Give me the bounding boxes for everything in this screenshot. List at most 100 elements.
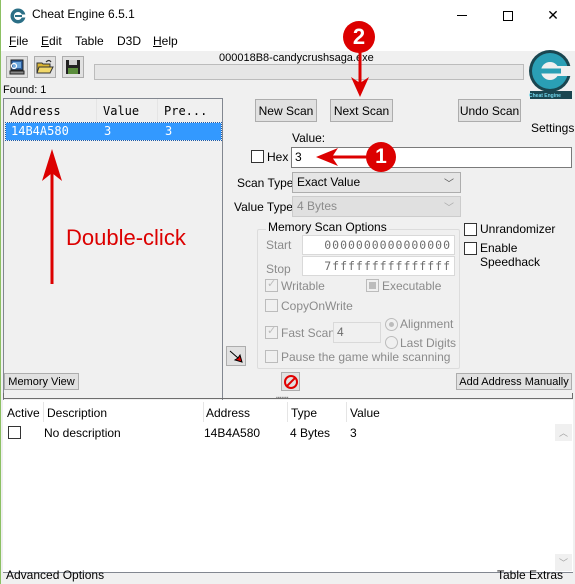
scan-progress-bar [94,64,524,80]
title-bar: Cheat Engine 6.5.1 ✕ [1,0,575,31]
status-bar: Advanced Options Table Extras [1,565,574,584]
advanced-options-link[interactable]: Advanced Options [6,568,104,582]
entry-description: No description [44,426,121,440]
cheat-engine-app-icon [10,8,26,24]
stop-label: Stop [266,262,291,276]
open-file-button[interactable] [34,56,56,78]
column-address[interactable]: Address [206,406,250,420]
settings-link[interactable]: Settings [531,121,574,135]
indeterminate-icon [369,282,376,289]
checkmark-icon: ✓ [267,278,277,290]
copy-on-write-label: CopyOnWrite [281,299,353,313]
stop-address-input[interactable]: 7fffffffffffffff [302,256,455,276]
writable-label: Writable [281,279,325,293]
open-process-button[interactable] [6,56,28,78]
fast-scan-label: Fast Scan [281,326,336,340]
column-value[interactable]: Value [350,406,380,420]
chevron-up-icon: ︿ [558,428,568,438]
found-count: Found: 1 [3,84,47,96]
active-checkbox[interactable] [8,426,21,439]
open-folder-icon [36,59,54,74]
next-scan-button[interactable]: Next Scan [330,99,393,122]
entry-type: 4 Bytes [290,426,331,440]
computer-icon [9,59,25,75]
entry-value: 3 [350,426,357,440]
checkmark-icon: ✓ [267,325,277,337]
annotation-double-click: Double-click [66,225,186,250]
column-separator [43,402,44,422]
logo-caption: Cheat Engine [529,93,561,99]
writable-checkbox[interactable]: ✓ [265,278,278,292]
column-address[interactable]: Address [4,99,97,123]
scan-type-value: Exact Value [297,175,361,189]
start-address-input[interactable]: 0000000000000000 [302,235,455,255]
maximize-button[interactable] [485,0,531,31]
menu-d3d[interactable]: D3D [117,34,141,48]
alignment-radio[interactable] [385,318,398,331]
column-type[interactable]: Type [291,406,317,420]
scroll-up-button[interactable]: ︿ [555,424,572,441]
menu-file[interactable]: File [9,34,28,48]
chevron-down-icon: ﹀ [444,179,454,190]
unrandomizer-checkbox[interactable] [464,223,477,236]
entry-address: 14B4A580 [204,426,261,440]
address-list-header: Active Description Address Type Value [3,400,553,424]
main-content: 000018B8-candycrushsaga.exe Found: 1 Add… [1,21,575,584]
value-type-value: 4 Bytes [297,199,338,213]
copy-on-write-checkbox[interactable] [265,299,278,312]
table-extras-link[interactable]: Table Extras [497,568,563,582]
annotation-step-2: 2 [343,21,375,53]
value-type-label: Value Type [234,200,293,214]
value-type-select[interactable]: 4 Bytes ﹀ [292,196,461,217]
address-list[interactable]: Active Description Address Type Value No… [3,400,573,573]
column-description[interactable]: Description [47,406,107,420]
scan-type-select[interactable]: Exact Value ﹀ [292,172,461,193]
unrandomizer-label: Unrandomizer [480,222,556,236]
add-selected-to-list-button[interactable] [226,346,246,366]
alignment-label: Alignment [400,317,454,331]
minimize-button[interactable] [439,0,485,31]
close-icon: ✕ [547,7,559,23]
menu-table[interactable]: Table [75,34,104,48]
executable-label: Executable [382,279,442,293]
last-digits-radio[interactable] [385,336,398,349]
new-scan-button[interactable]: New Scan [255,99,317,122]
undo-scan-button[interactable]: Undo Scan [458,99,521,122]
add-address-manually-button[interactable]: Add Address Manually [456,373,572,390]
floppy-disk-icon [66,60,80,74]
menu-help[interactable]: Help [153,34,178,48]
cheat-engine-window: Cheat Engine 6.5.1 ✕ File Edit Table D3D… [0,0,575,584]
memory-scan-options-title: Memory Scan Options [266,220,389,234]
speedhack-label: Enable Speedhack [480,241,541,269]
hex-checkbox[interactable] [251,150,264,163]
column-separator [287,402,288,422]
menu-edit[interactable]: Edit [41,34,62,48]
annotation-arrow-up-icon [42,149,62,284]
minimize-icon [457,15,467,16]
column-separator [346,402,347,422]
save-file-button[interactable] [62,56,84,78]
column-value[interactable]: Value [97,99,158,123]
clear-list-button[interactable] [281,372,300,391]
speedhack-checkbox[interactable] [464,242,477,255]
column-previous[interactable]: Pre... [158,99,222,123]
pause-game-checkbox[interactable] [265,350,278,363]
result-row[interactable]: 14B4A580 3 3 [5,122,222,141]
annotation-step-1: 1 [366,142,396,172]
column-active[interactable]: Active [7,406,40,420]
annotation-arrow-down-icon [351,51,369,97]
scan-results-list[interactable]: Address Value Pre... 14B4A580 3 3 Double… [3,98,223,415]
results-header: Address Value Pre... [4,99,222,123]
close-button[interactable]: ✕ [530,0,575,31]
result-value: 3 [104,124,112,138]
window-title: Cheat Engine 6.5.1 [32,7,135,21]
menu-bar: File Edit Table D3D Help [1,31,575,51]
fast-scan-value-input[interactable]: 4 [333,322,381,343]
executable-checkbox[interactable] [366,279,379,292]
memory-view-button[interactable]: Memory View [4,373,79,390]
red-arrow-icon [229,350,243,363]
scan-type-label: Scan Type [237,176,294,190]
fast-scan-checkbox[interactable]: ✓ [265,325,278,339]
chevron-down-icon: ﹀ [444,203,454,214]
address-list-row[interactable]: No description 14B4A580 4 Bytes 3 [3,424,553,442]
